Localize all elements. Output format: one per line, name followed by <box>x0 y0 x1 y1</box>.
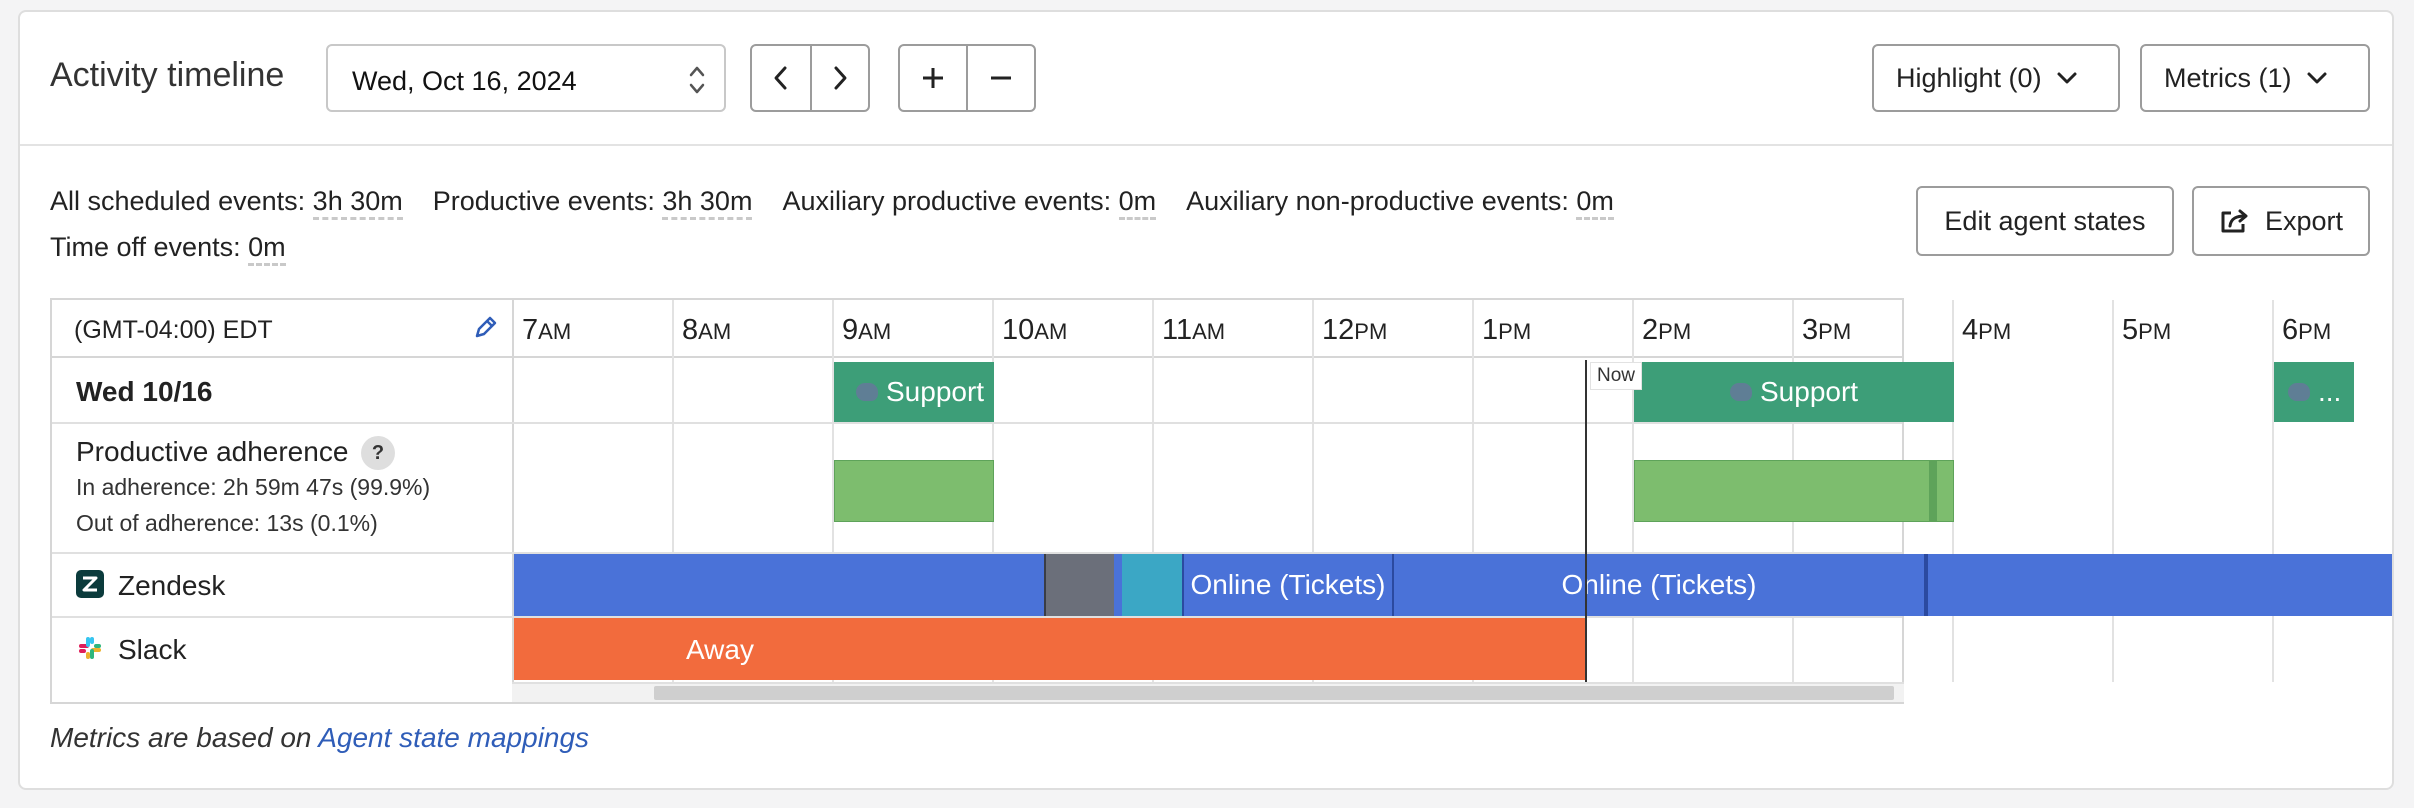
timeline-header: Activity timeline Wed, Oct 16, 2024 High… <box>20 12 2392 146</box>
zoom-group <box>898 44 1036 112</box>
export-icon <box>2221 209 2248 233</box>
page-title: Activity timeline <box>50 56 285 94</box>
summary-value[interactable]: 0m <box>1118 186 1157 220</box>
summary-all-scheduled: All scheduled events: 3h 30m <box>50 178 403 224</box>
previous-day-button[interactable] <box>752 46 810 110</box>
event-block-support-truncated[interactable]: ... <box>2274 362 2354 422</box>
in-adherence-text: In adherence: 2h 59m 47s (99.9%) <box>76 474 431 500</box>
summary-value[interactable]: 0m <box>1576 186 1614 220</box>
summary-productive: Productive events: 3h 30m <box>433 178 753 224</box>
minus-icon <box>991 76 1011 80</box>
timeline-grid: (GMT-04:00) EDT 7AM 8AM 9AM 10AM 11AM 12PM 1PM… <box>50 298 2392 704</box>
event-icon <box>856 383 878 401</box>
chevron-right-icon <box>834 66 847 90</box>
row-divider <box>52 422 1902 424</box>
event-block-support[interactable]: Support <box>1634 362 1954 422</box>
zendesk-state-online-tickets[interactable]: Online (Tickets) <box>1182 554 1392 616</box>
adherence-bar[interactable] <box>834 460 994 522</box>
state-label: Online (Tickets) <box>1190 569 1386 600</box>
timezone-label: (GMT-04:00) EDT <box>74 316 273 344</box>
summary-aux-productive: Auxiliary productive events: 0m <box>782 178 1157 224</box>
event-icon <box>2288 383 2310 401</box>
hour-label: 12PM <box>1322 314 1388 346</box>
summary-time-off: Time off events: 0m <box>50 224 286 270</box>
export-label: Export <box>2264 205 2344 236</box>
event-label: ... <box>2318 376 2342 407</box>
adherence-bar[interactable] <box>1634 460 1930 522</box>
event-block-support[interactable]: Support <box>834 362 994 422</box>
edit-agent-states-label: Edit agent states <box>1944 205 2146 236</box>
hour-label: 10AM <box>1002 314 1068 346</box>
footnote-text: Metrics are based on <box>50 722 312 753</box>
metrics-footnote: Metrics are based on Agent state mapping… <box>50 722 589 754</box>
scrollbar-thumb[interactable] <box>654 686 1894 700</box>
date-row-label: Wed 10/16 <box>76 376 213 407</box>
summary-aux-nonproductive: Auxiliary non-productive events: 0m <box>1186 178 1614 224</box>
hour-label: 5PM <box>2122 314 2172 346</box>
next-day-button[interactable] <box>810 46 868 110</box>
chevron-down-icon <box>2307 72 2326 84</box>
hour-gridline <box>2112 300 2114 682</box>
hour-label: 9AM <box>842 314 892 346</box>
date-picker[interactable]: Wed, Oct 16, 2024 <box>326 44 726 112</box>
zendesk-state-block[interactable] <box>1924 554 2392 616</box>
hour-label: 6PM <box>2282 314 2332 346</box>
edit-timezone-pencil-icon[interactable] <box>472 314 498 342</box>
adherence-row-label: Productive adherence <box>76 436 349 467</box>
hour-label: 7AM <box>522 314 572 346</box>
adherence-bar[interactable] <box>1936 460 1954 522</box>
slack-icon <box>79 637 101 659</box>
metrics-dropdown[interactable]: Metrics (1) <box>2140 44 2370 112</box>
hour-label: 11AM <box>1162 314 1226 346</box>
help-icon[interactable]: ? <box>361 436 395 470</box>
highlight-label: Highlight (0) <box>1896 62 2042 93</box>
hour-label: 1PM <box>1482 314 1532 346</box>
date-nav-group <box>750 44 870 112</box>
hour-label: 2PM <box>1642 314 1692 346</box>
timeline-hour-header <box>52 300 1902 358</box>
chevron-down-icon <box>2057 72 2077 84</box>
state-label: Online (Tickets) <box>1561 569 1757 600</box>
event-label: Support <box>886 376 985 407</box>
zoom-in-button[interactable] <box>900 46 966 110</box>
date-value: Wed, Oct 16, 2024 <box>352 66 577 96</box>
summary-value[interactable]: 0m <box>248 232 286 266</box>
zendesk-row-label: Zendesk <box>118 570 226 601</box>
summary-value[interactable]: 3h 30m <box>312 186 403 220</box>
now-marker <box>1585 360 1587 682</box>
highlight-dropdown[interactable]: Highlight (0) <box>1872 44 2120 112</box>
zendesk-state-block[interactable] <box>514 554 1044 616</box>
date-spinner-icon[interactable] <box>688 60 706 100</box>
agent-state-mappings-link[interactable]: Agent state mappings <box>318 722 589 753</box>
hour-label: 3PM <box>1802 314 1852 346</box>
horizontal-scrollbar[interactable] <box>512 682 1904 702</box>
out-adherence-text: Out of adherence: 13s (0.1%) <box>76 510 378 536</box>
zoom-out-button[interactable] <box>966 46 1034 110</box>
event-icon <box>1730 383 1752 401</box>
chevron-left-icon <box>774 66 787 90</box>
slack-state-away[interactable]: Away <box>514 618 1586 680</box>
zendesk-state-block[interactable] <box>1044 554 1114 616</box>
plus-icon <box>923 68 943 88</box>
event-label: Support <box>1760 376 1859 407</box>
edit-agent-states-button[interactable]: Edit agent states <box>1916 186 2174 256</box>
zendesk-state-block[interactable] <box>1122 554 1182 616</box>
metrics-label: Metrics (1) <box>2164 62 2292 93</box>
events-summary: All scheduled events: 3h 30m Productive e… <box>50 178 1770 270</box>
zendesk-state-block[interactable] <box>1114 554 1122 616</box>
zendesk-icon <box>76 570 104 598</box>
zendesk-state-online-tickets[interactable]: Online (Tickets) <box>1392 554 1924 616</box>
slack-row-label: Slack <box>118 634 187 665</box>
export-button[interactable]: Export <box>2192 186 2370 256</box>
now-label: Now <box>1590 362 1643 390</box>
hour-gridline <box>2272 300 2274 682</box>
hour-label: 8AM <box>682 314 732 346</box>
state-label: Away <box>686 634 754 665</box>
activity-timeline-card: Activity timeline Wed, Oct 16, 2024 High… <box>18 10 2394 790</box>
summary-value[interactable]: 3h 30m <box>662 186 753 220</box>
hour-label: 4PM <box>1962 314 2012 346</box>
